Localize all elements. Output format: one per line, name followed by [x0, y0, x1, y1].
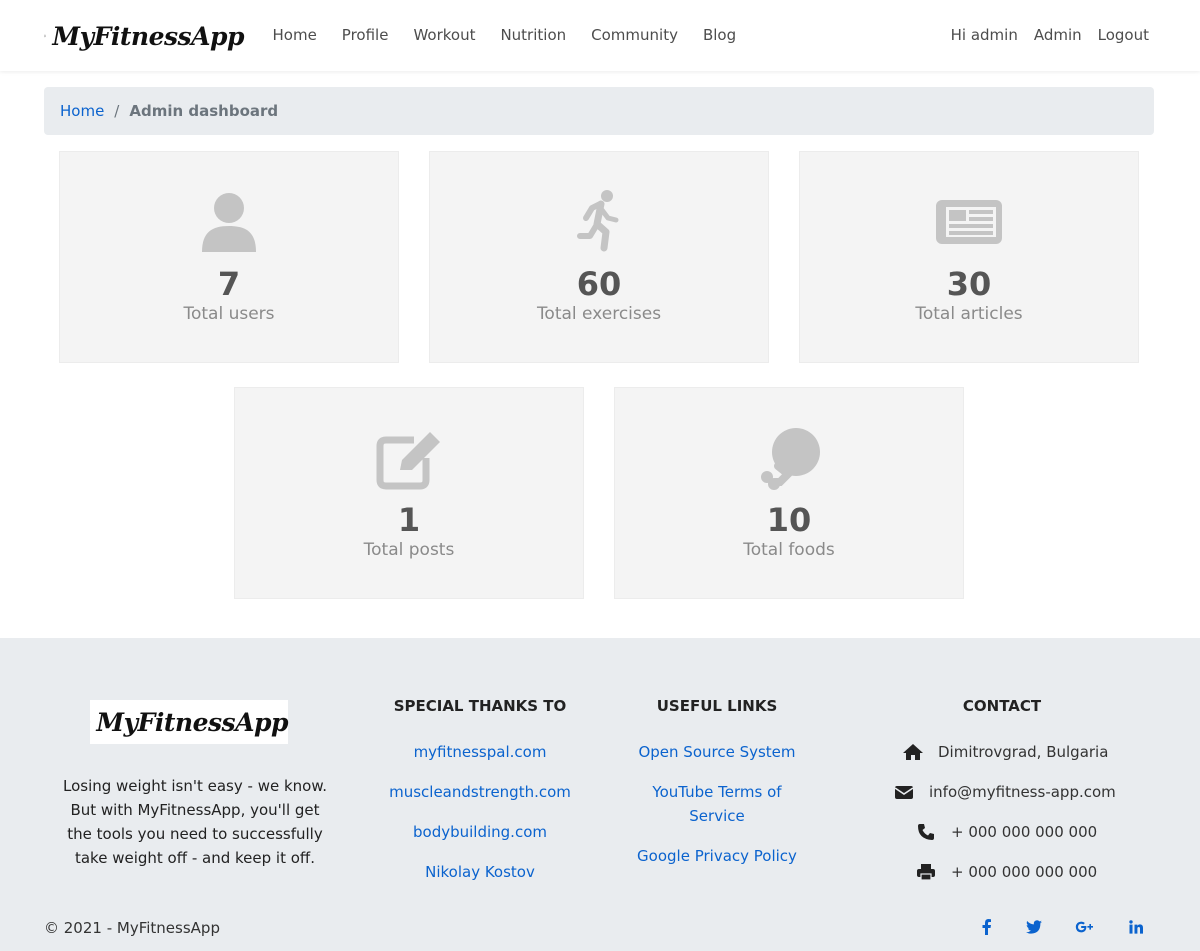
edit-icon [376, 432, 440, 490]
user-nav: Hi admin Admin Logout [943, 0, 1157, 71]
thanks-link-bodybuilding[interactable]: bodybuilding.com [360, 820, 600, 844]
brand-name: MyFitnessApp [52, 21, 244, 51]
envelope-icon [894, 786, 914, 799]
stat-value: 60 [576, 265, 622, 303]
contact-address: Dimitrovgrad, Bulgaria [880, 740, 1124, 764]
nav-community[interactable]: Community [579, 0, 691, 71]
contact-address-text: Dimitrovgrad, Bulgaria [938, 743, 1109, 761]
nav-blog[interactable]: Blog [690, 0, 748, 71]
breadcrumb: Home / Admin dashboard [44, 87, 1154, 135]
contact-email: info@myfitness-app.com [880, 780, 1124, 804]
footer-useful-title: USEFUL LINKS [656, 697, 778, 715]
stat-card-foods: 10 Total foods [614, 387, 964, 599]
footer-logo[interactable]: MyFitnessApp [90, 700, 288, 744]
footer: MyFitnessApp Losing weight isn't easy - … [0, 638, 1200, 951]
breadcrumb-current: Admin dashboard [129, 102, 279, 120]
print-icon [917, 864, 935, 881]
thanks-link-myfitnesspal[interactable]: myfitnesspal.com [360, 740, 600, 764]
thanks-link-muscleandstrength[interactable]: muscleandstrength.com [360, 780, 600, 804]
contact-fax-text: + 000 000 000 000 [951, 863, 1098, 881]
stat-value: 7 [217, 265, 241, 303]
google-plus-icon[interactable] [1074, 918, 1096, 936]
newspaper-icon [936, 200, 1002, 244]
nav-admin[interactable]: Admin [1026, 0, 1090, 71]
facebook-icon[interactable] [978, 918, 994, 936]
user-icon [202, 193, 256, 252]
dumbbell-logo-icon [44, 34, 47, 38]
navbar: MyFitnessApp Home Profile Workout Nutrit… [0, 0, 1200, 71]
footer-contact-title: CONTACT [962, 697, 1042, 715]
footer-description: Losing weight isn't easy - we know. But … [62, 777, 327, 867]
contact-email-text: info@myfitness-app.com [929, 783, 1116, 801]
stat-card-exercises: 60 Total exercises [429, 151, 769, 363]
brand-logo[interactable]: MyFitnessApp [44, 14, 244, 58]
nav-greeting[interactable]: Hi admin [943, 0, 1026, 71]
thanks-link-nikolay-kostov[interactable]: Nikolay Kostov [360, 860, 600, 884]
phone-icon [918, 824, 934, 840]
breadcrumb-home[interactable]: Home [60, 102, 104, 120]
useful-link-google-privacy[interactable]: Google Privacy Policy [627, 844, 807, 868]
stat-value: 30 [946, 265, 992, 303]
stat-value: 1 [397, 501, 421, 539]
nav-workout[interactable]: Workout [401, 0, 488, 71]
nav-home[interactable]: Home [260, 0, 329, 71]
home-icon [903, 744, 923, 760]
stat-card-users: 7 Total users [59, 151, 399, 363]
social-links [946, 918, 1144, 936]
useful-link-open-source[interactable]: Open Source System [627, 740, 807, 764]
stat-card-articles: 30 Total articles [799, 151, 1139, 363]
stat-label: Total posts [363, 540, 455, 560]
contact-phone: + 000 000 000 000 [880, 820, 1124, 844]
footer-contact-column: CONTACT Dimitrovgrad, Bulgaria info@myfi… [880, 694, 1124, 900]
copyright: © 2021 - MyFitnessApp [44, 919, 220, 937]
drumstick-icon [761, 428, 820, 490]
nav-logout[interactable]: Logout [1090, 0, 1157, 71]
linkedin-icon[interactable] [1128, 918, 1144, 936]
nav-nutrition[interactable]: Nutrition [488, 0, 579, 71]
useful-link-youtube-terms[interactable]: YouTube Terms of Service [627, 780, 807, 828]
stat-value: 10 [766, 501, 812, 539]
footer-thanks-title: SPECIAL THANKS TO [393, 697, 567, 715]
stat-label: Total exercises [536, 304, 662, 324]
footer-useful-links-column: USEFUL LINKS Open Source System YouTube … [627, 694, 807, 884]
nav-profile[interactable]: Profile [329, 0, 401, 71]
footer-brand-name: MyFitnessApp [96, 707, 288, 737]
main-nav: Home Profile Workout Nutrition Community… [260, 0, 749, 71]
twitter-icon[interactable] [1026, 918, 1042, 936]
running-icon [577, 190, 619, 252]
stat-card-posts: 1 Total posts [234, 387, 584, 599]
stat-label: Total foods [743, 540, 835, 560]
contact-fax: + 000 000 000 000 [880, 860, 1124, 884]
stat-label: Total articles [915, 304, 1023, 324]
footer-thanks-column: SPECIAL THANKS TO myfitnesspal.com muscl… [360, 694, 600, 900]
breadcrumb-separator: / [114, 102, 120, 120]
stat-label: Total users [183, 304, 275, 324]
contact-phone-text: + 000 000 000 000 [951, 823, 1098, 841]
